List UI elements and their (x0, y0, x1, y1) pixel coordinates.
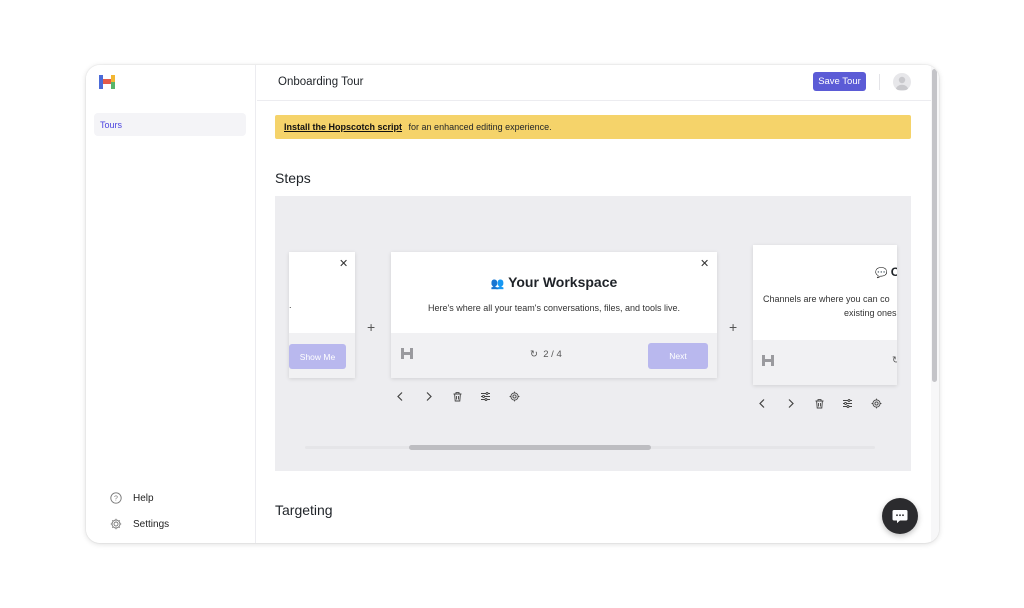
step-footer: ↻ 2 / 4 Next (391, 333, 717, 378)
step-progress: ↻ 2 / 4 (530, 349, 562, 360)
add-step-icon[interactable]: + (367, 319, 375, 335)
steps-scrollbar-thumb[interactable] (409, 445, 651, 450)
step-card-2[interactable]: ✕ 👥 Your Workspace Here's where all your… (391, 252, 717, 378)
speech-bubble-icon: 💬 (875, 268, 888, 279)
settings-label: Settings (133, 518, 170, 530)
people-icon: 👥 (490, 278, 505, 290)
chat-launcher-button[interactable] (882, 498, 918, 534)
chevron-right-icon[interactable] (415, 389, 444, 403)
steps-heading: Steps (275, 170, 311, 186)
sliders-icon[interactable] (472, 389, 501, 403)
user-icon (895, 76, 909, 90)
step-body-line: Channels are where you can co (763, 294, 890, 304)
divider (879, 74, 880, 90)
step-toolbar (386, 389, 529, 403)
gear-icon[interactable] (862, 396, 891, 410)
step-footer: ↻ (753, 340, 897, 385)
banner-text: for an enhanced editing experience. (408, 122, 552, 132)
targeting-heading: Targeting (275, 502, 333, 518)
restart-icon: ↻ (530, 349, 538, 360)
top-bar: Onboarding Tour Save Tour (257, 65, 931, 101)
steps-canvas[interactable]: ✕ . Show Me + ✕ 👥 Your Workspace Here's … (275, 196, 911, 471)
sidebar-item-tours[interactable]: Tours (94, 113, 246, 136)
page-scrollbar-thumb[interactable] (932, 69, 937, 382)
avatar[interactable] (893, 73, 911, 91)
chevron-left-icon[interactable] (386, 389, 415, 403)
step-title-text: Your Workspace (508, 274, 618, 290)
page-title: Onboarding Tour (278, 76, 364, 88)
hopscotch-logo[interactable] (99, 75, 115, 89)
restart-icon: ↻ (892, 355, 897, 366)
help-circle-icon: ? (110, 492, 122, 504)
chevron-right-icon[interactable] (777, 396, 806, 410)
chat-bubble-icon (892, 510, 908, 524)
close-icon[interactable]: ✕ (700, 257, 709, 270)
app-window: Tours ? Help Settings Onboarding Tour Sa… (86, 65, 939, 543)
step-footer: Show Me (289, 333, 355, 378)
page-scrollbar[interactable] (931, 65, 939, 543)
install-script-link[interactable]: Install the Hopscotch script (284, 122, 402, 132)
steps-horizontal-scrollbar[interactable] (305, 445, 875, 450)
show-me-button[interactable]: Show Me (289, 344, 346, 369)
step-title-text: C (890, 265, 897, 279)
sidebar-item-label: Tours (100, 120, 123, 130)
install-banner: Install the Hopscotch script for an enha… (275, 115, 911, 139)
step-body-line: existing ones (844, 308, 897, 318)
svg-text:?: ? (114, 496, 118, 503)
gear-icon[interactable] (500, 389, 529, 403)
step-title: 👥 Your Workspace (391, 274, 717, 290)
help-label: Help (133, 492, 154, 504)
sidebar-item-settings[interactable]: Settings (110, 518, 169, 530)
gear-icon (110, 518, 122, 530)
step-body: . (289, 300, 292, 310)
close-icon[interactable]: ✕ (339, 257, 348, 270)
sliders-icon[interactable] (834, 396, 863, 410)
trash-icon[interactable] (805, 396, 834, 410)
step-card-3[interactable]: 💬 C Channels are where you can co existi… (753, 245, 897, 385)
save-tour-button[interactable]: Save Tour (813, 72, 866, 91)
step-body: Here's where all your team's conversatio… (427, 303, 681, 313)
step-progress-text: 2 / 4 (543, 349, 562, 360)
hopscotch-mark-icon (762, 355, 774, 366)
step-toolbar (748, 396, 891, 410)
sidebar: Tours ? Help Settings (86, 65, 256, 543)
step-card-1[interactable]: ✕ . Show Me (289, 252, 355, 378)
sidebar-item-help[interactable]: ? Help (110, 492, 154, 504)
add-step-icon[interactable]: + (729, 319, 737, 335)
trash-icon[interactable] (443, 389, 472, 403)
chevron-left-icon[interactable] (748, 396, 777, 410)
hopscotch-mark-icon (401, 348, 413, 359)
step-title: 💬 C (875, 265, 897, 279)
next-button[interactable]: Next (648, 343, 708, 369)
